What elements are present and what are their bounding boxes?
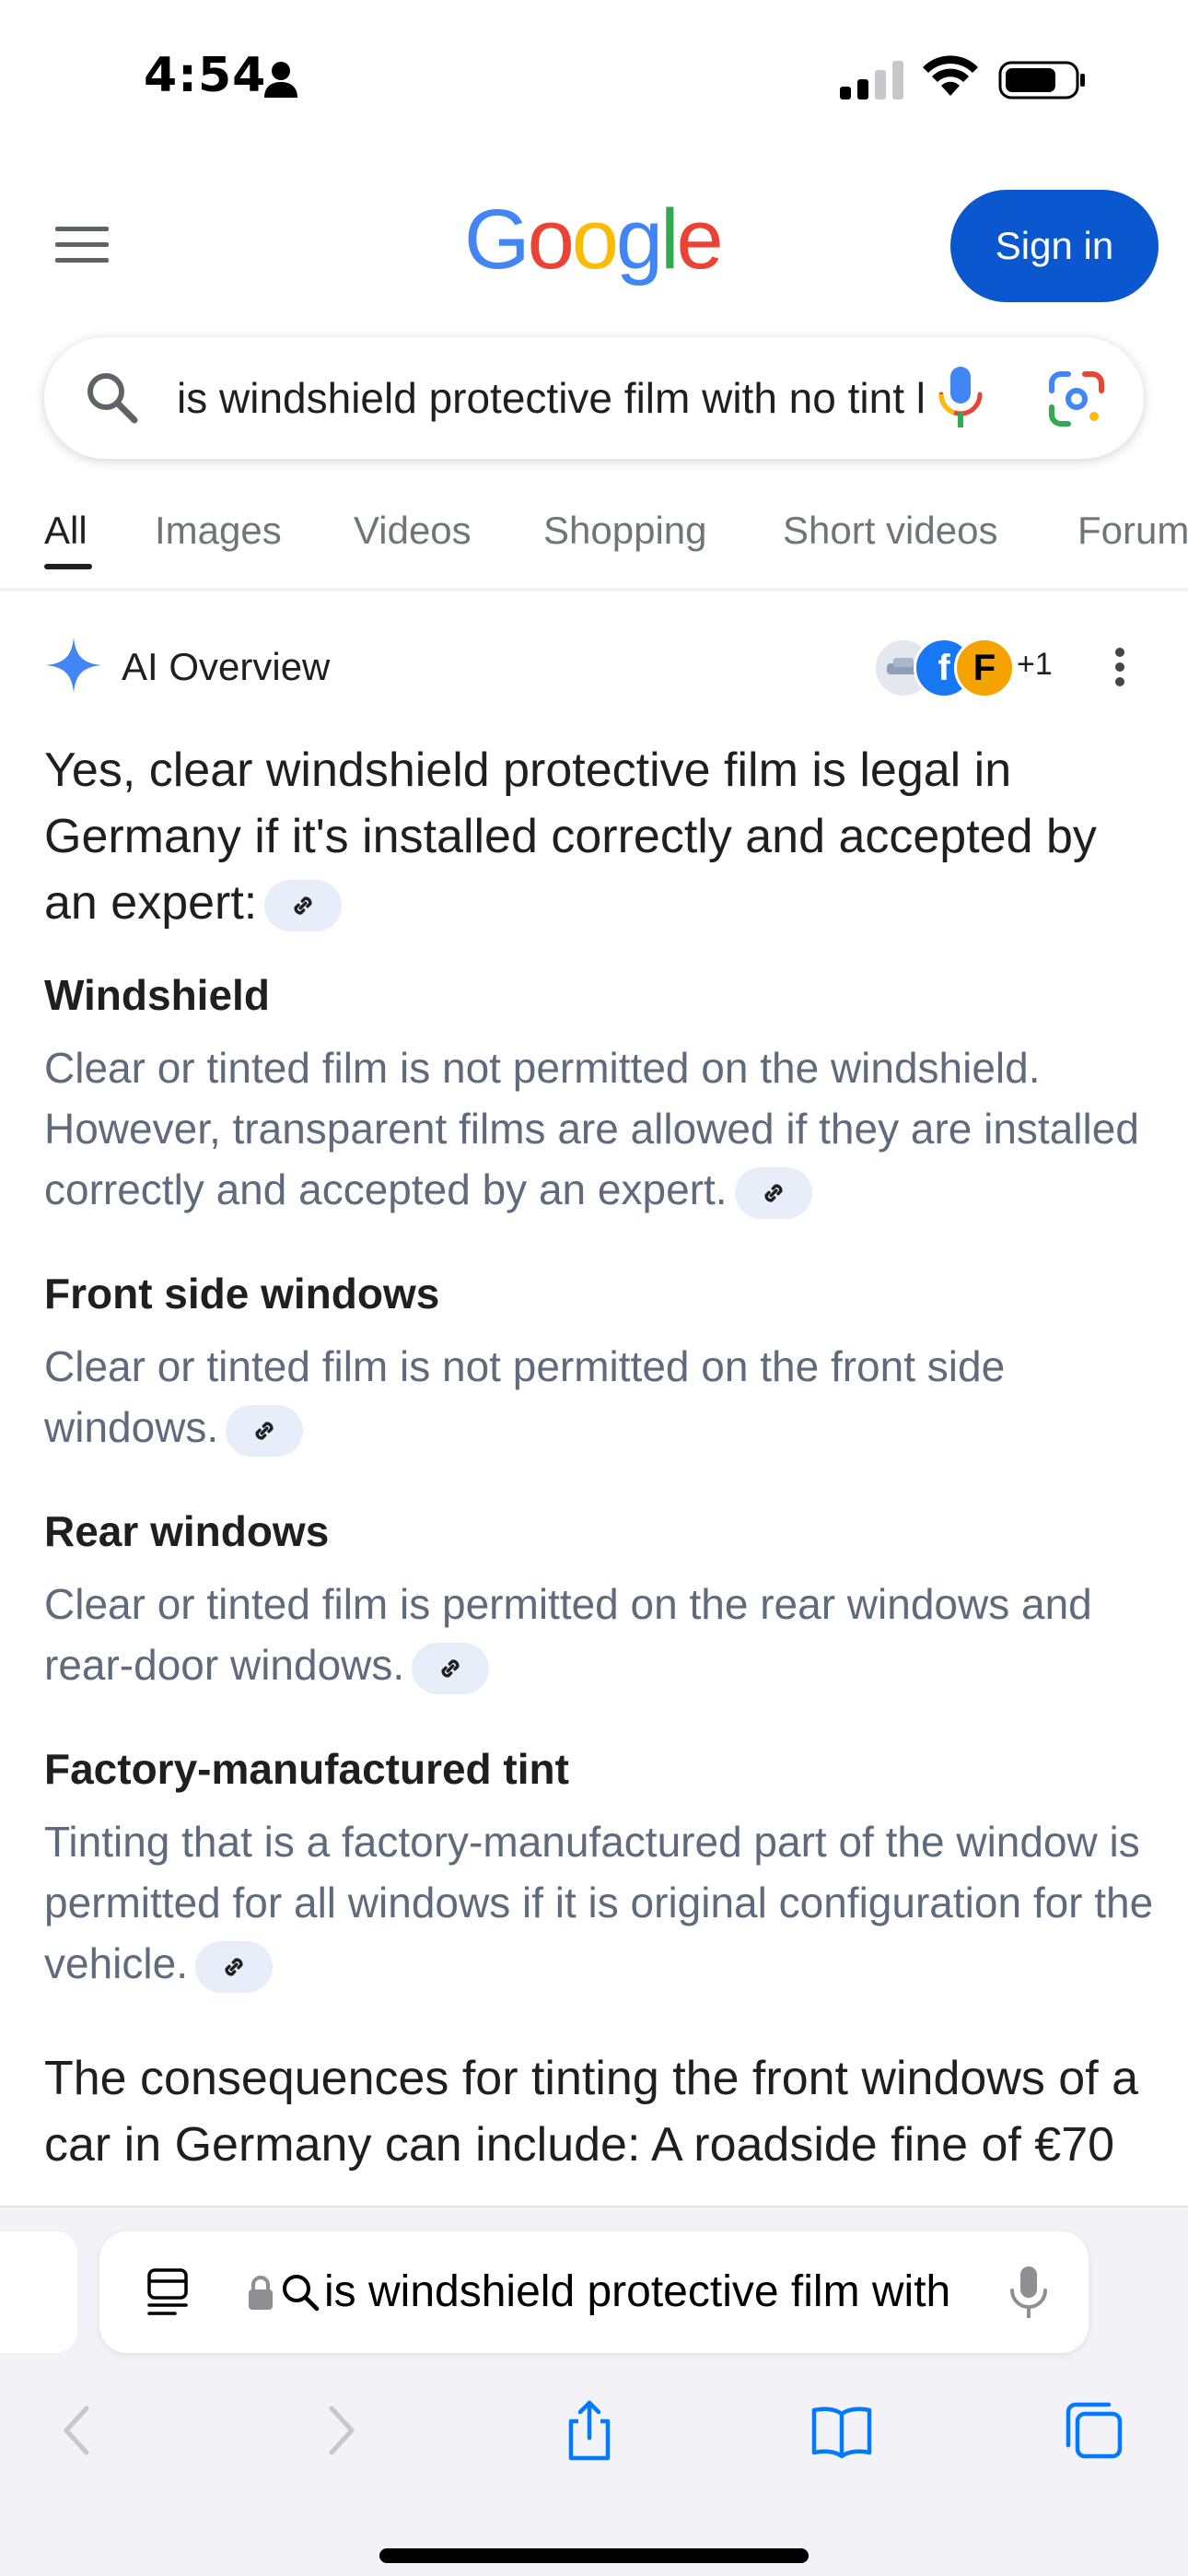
lead-text: Yes, clear windshield protective film is…	[44, 744, 1097, 930]
tabs-button[interactable]	[1054, 2390, 1135, 2471]
section-heading-factory-tint: Factory-manufactured tint	[44, 1745, 569, 1793]
search-box[interactable]: is windshield protective film with no ti…	[44, 337, 1144, 459]
tabs-icon	[1066, 2402, 1123, 2459]
status-bar: 4:54	[0, 0, 1188, 157]
tab-shopping[interactable]: Shopping	[543, 503, 707, 558]
search-icon[interactable]	[83, 369, 142, 427]
search-input[interactable]: is windshield protective film with no ti…	[177, 370, 923, 426]
book-icon	[811, 2406, 872, 2459]
lock-icon	[249, 2276, 273, 2310]
tabs-divider	[0, 588, 1188, 591]
consequences-paragraph: The consequences for tinting the front w…	[44, 2052, 1139, 2202]
ai-overview-lead: Yes, clear windshield protective film is…	[44, 737, 1149, 936]
search-icon	[283, 2275, 320, 2312]
more-options-icon[interactable]	[1112, 647, 1127, 687]
sign-in-button[interactable]: Sign in	[950, 190, 1159, 302]
link-icon	[255, 1422, 274, 1440]
section-body-windshield: Clear or tinted film is not permitted on…	[44, 1037, 1159, 1220]
tab-videos[interactable]: Videos	[354, 503, 472, 558]
status-time: 4:54	[144, 48, 267, 103]
citation-link-chip[interactable]	[226, 1404, 304, 1457]
address-bar[interactable]: is windshield protective film with no ti…	[99, 2231, 1089, 2353]
chevron-left-icon	[64, 2406, 89, 2455]
link-icon	[764, 1184, 783, 1202]
section-heading-windshield: Windshield	[44, 971, 270, 1019]
tab-all[interactable]: All	[44, 503, 87, 558]
back-button[interactable]	[39, 2390, 120, 2471]
tab-short-videos[interactable]: Short videos	[783, 503, 997, 558]
active-tab-indicator	[44, 564, 92, 569]
section-body-factory-tint: Tinting that is a factory-manufactured p…	[44, 1811, 1159, 1994]
source-avatar-f-site[interactable]: F	[954, 638, 1015, 698]
previous-tab-card[interactable]	[0, 2231, 77, 2353]
section-heading-rear-windows: Rear windows	[44, 1507, 330, 1555]
search-tabs: All Images Videos Shopping Short videos …	[44, 503, 1188, 577]
section-text: Clear or tinted film is permitted on the…	[44, 1580, 1092, 1689]
forward-button[interactable]	[298, 2390, 379, 2471]
cellular-signal-icon	[840, 61, 903, 100]
more-sources-count[interactable]: +1	[1017, 647, 1053, 683]
share-icon	[568, 2400, 611, 2461]
chevron-right-icon	[329, 2406, 355, 2455]
ai-sparkle-icon	[46, 638, 101, 693]
link-icon	[225, 1958, 243, 1976]
citation-link-chip[interactable]	[264, 880, 343, 932]
address-bar-text[interactable]: is windshield protective film with no ti…	[324, 2263, 965, 2322]
link-icon	[294, 896, 312, 915]
section-heading-front-side-windows: Front side windows	[44, 1270, 440, 1317]
battery-icon	[998, 61, 1085, 100]
ai-overview-header: AI Overview f F +1	[44, 636, 1149, 700]
voice-search-icon[interactable]	[928, 365, 993, 431]
tab-forums[interactable]: Forums	[1077, 503, 1188, 558]
citation-link-chip[interactable]	[194, 1940, 273, 1993]
google-logo[interactable]: Google	[464, 197, 724, 282]
section-body-rear-windows: Clear or tinted film is permitted on the…	[44, 1574, 1159, 1695]
person-icon	[264, 62, 297, 98]
tab-images[interactable]: Images	[155, 503, 282, 558]
link-icon	[441, 1659, 460, 1678]
citation-link-chip[interactable]	[734, 1166, 812, 1219]
bookmarks-button[interactable]	[801, 2390, 882, 2471]
ai-overview-title: AI Overview	[122, 645, 331, 688]
section-text: Clear or tinted film is not permitted on…	[44, 1342, 1006, 1451]
page-menu-icon[interactable]	[146, 2268, 192, 2316]
section-body-front-side-windows: Clear or tinted film is not permitted on…	[44, 1336, 1159, 1458]
browser-bottom-bar: is windshield protective film with no ti…	[0, 2206, 1188, 2576]
wifi-icon	[923, 55, 978, 96]
section-text: Clear or tinted film is not permitted on…	[44, 1044, 1139, 1213]
hamburger-menu-icon[interactable]	[55, 225, 109, 265]
citation-link-chip[interactable]	[412, 1642, 490, 1694]
share-button[interactable]	[549, 2390, 630, 2471]
dictation-mic-icon[interactable]	[1007, 2265, 1050, 2322]
home-indicator	[379, 2548, 809, 2563]
source-avatars[interactable]: f F +1	[873, 638, 1076, 698]
google-lens-icon[interactable]	[1048, 370, 1105, 427]
